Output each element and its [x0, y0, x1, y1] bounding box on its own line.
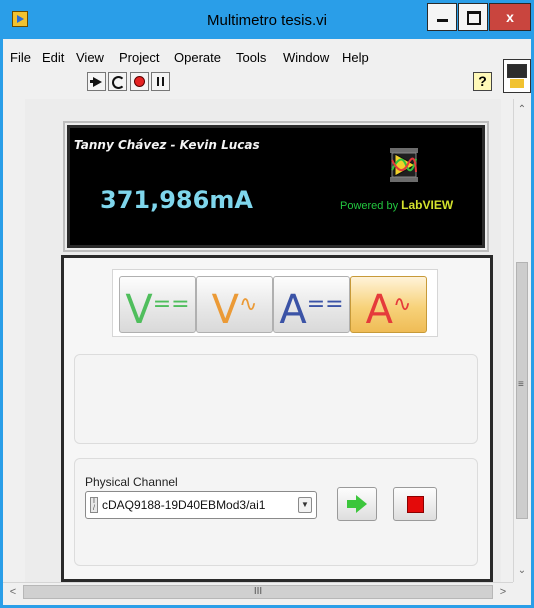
chevron-down-icon[interactable]: ▼	[298, 497, 312, 513]
mode-letter: V	[125, 287, 153, 333]
mode-letter: A	[365, 287, 393, 333]
menu-project[interactable]: Project	[119, 50, 159, 65]
resize-grip-icon[interactable]	[513, 582, 531, 602]
horizontal-scroll-thumb[interactable]: III	[23, 585, 493, 599]
measurement-reading: 371,986mA	[100, 186, 253, 214]
title-bar[interactable]: Multimetro tesis.vi x	[3, 3, 531, 39]
reading-display: Tanny Chávez - Kevin Lucas 371,986mA Pow…	[63, 121, 489, 252]
powered-by-labview: Powered by LabVIEW	[340, 198, 453, 212]
mode-letter: A	[279, 287, 307, 333]
physical-channel-label: Physical Channel	[85, 475, 178, 489]
abort-execution-icon[interactable]	[130, 72, 149, 91]
mode-letter: V	[211, 287, 239, 333]
maximize-button[interactable]	[458, 3, 488, 31]
context-help-icon[interactable]: ?	[473, 72, 492, 91]
vertical-scroll-thumb[interactable]	[516, 262, 528, 519]
mode-button-dc-voltage[interactable]: V==	[119, 276, 196, 333]
stop-button[interactable]	[393, 487, 437, 521]
ac-symbol: ∿	[238, 292, 258, 317]
vertical-scrollbar[interactable]: ⌃ ⌄	[513, 99, 531, 582]
start-button[interactable]	[337, 487, 377, 521]
toolbar	[3, 67, 503, 97]
dc-symbol: ==	[152, 292, 190, 317]
vi-connector-icon[interactable]	[503, 59, 531, 93]
empty-panel-area	[74, 354, 478, 444]
menu-tools[interactable]: Tools	[236, 50, 266, 65]
labview-window: Multimetro tesis.vi x File Edit View Pro…	[0, 0, 534, 608]
physical-channel-value: cDAQ9188-19D40EBMod3/ai1	[102, 498, 266, 512]
mode-selector: V== V∿ A== A∿	[112, 269, 438, 337]
close-button[interactable]: x	[489, 3, 531, 31]
menu-window[interactable]: Window	[283, 50, 329, 65]
menu-view[interactable]: View	[76, 50, 104, 65]
run-continuously-icon[interactable]	[108, 72, 127, 91]
run-arrow-icon[interactable]	[87, 72, 106, 91]
dc-symbol: ==	[306, 292, 344, 317]
scroll-left-icon[interactable]: <	[5, 584, 21, 600]
menu-operate[interactable]: Operate	[174, 50, 221, 65]
physical-channel-select[interactable]: I / cDAQ9188-19D40EBMod3/ai1 ▼	[85, 491, 317, 519]
mode-button-dc-current[interactable]: A==	[273, 276, 350, 333]
labview-logo-icon	[387, 146, 421, 184]
menu-help[interactable]: Help	[342, 50, 369, 65]
io-name-icon: I /	[90, 497, 98, 513]
horizontal-scrollbar[interactable]: < III >	[3, 582, 513, 602]
channel-section: Physical Channel I / cDAQ9188-19D40EBMod3…	[74, 458, 478, 566]
powered-by-label: Powered by	[340, 200, 399, 212]
labview-brand: LabVIEW	[401, 198, 454, 212]
scroll-right-icon[interactable]: >	[495, 584, 511, 600]
pause-icon[interactable]	[151, 72, 170, 91]
scroll-up-icon[interactable]: ⌃	[516, 103, 528, 117]
mode-button-ac-voltage[interactable]: V∿	[196, 276, 273, 333]
scroll-down-icon[interactable]: ⌄	[516, 564, 528, 578]
ac-symbol: ∿	[392, 292, 412, 317]
menu-file[interactable]: File	[10, 50, 31, 65]
mode-button-ac-current[interactable]: A∿	[350, 276, 427, 333]
controls-panel: V== V∿ A== A∿ Physical Channel I / cDAQ91…	[61, 255, 493, 582]
authors-label: Tanny Chávez - Kevin Lucas	[74, 138, 260, 152]
minimize-button[interactable]	[427, 3, 457, 31]
menu-edit[interactable]: Edit	[42, 50, 64, 65]
